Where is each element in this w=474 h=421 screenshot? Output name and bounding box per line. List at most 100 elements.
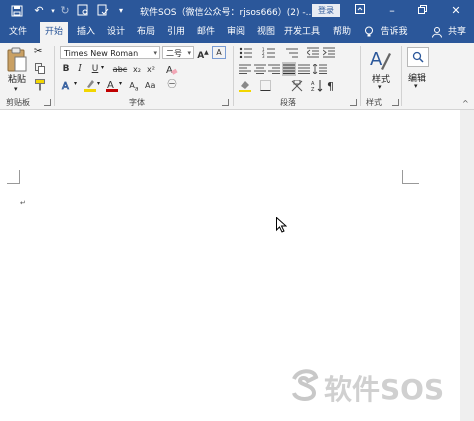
tab-review[interactable]: 审阅 bbox=[222, 22, 250, 43]
decrease-indent-icon[interactable] bbox=[306, 47, 319, 61]
borders-icon[interactable] bbox=[260, 80, 271, 94]
clipboard-group-label: 剪贴板 bbox=[6, 98, 30, 107]
tab-mailings[interactable]: 邮件 bbox=[192, 22, 220, 43]
multilevel-list-icon[interactable] bbox=[285, 47, 299, 61]
spelling-icon[interactable] bbox=[96, 4, 110, 18]
print-preview-icon[interactable] bbox=[76, 4, 90, 18]
tab-view[interactable]: 视图 bbox=[252, 22, 280, 43]
paste-icon[interactable] bbox=[6, 47, 28, 75]
minimize-icon[interactable]: – bbox=[384, 3, 400, 19]
align-left-icon[interactable] bbox=[239, 64, 251, 77]
format-painter-icon[interactable] bbox=[35, 79, 45, 94]
separator bbox=[360, 46, 361, 106]
font-group-label: 字体 bbox=[129, 98, 145, 107]
font-size-value: 二号 bbox=[166, 49, 182, 58]
font-size-shrink-icon[interactable]: Aa bbox=[129, 79, 139, 93]
tab-design[interactable]: 设计 bbox=[102, 22, 130, 43]
italic-button[interactable]: I bbox=[75, 63, 85, 76]
tab-insert[interactable]: 插入 bbox=[72, 22, 100, 43]
collapse-ribbon-icon[interactable]: ^ bbox=[462, 99, 469, 108]
text-effects-icon[interactable]: A bbox=[61, 79, 73, 94]
redo-icon[interactable]: ↻ bbox=[58, 4, 72, 18]
font-size-combo[interactable]: 二号 ▾ bbox=[162, 46, 194, 59]
strikethrough-button[interactable]: abc bbox=[112, 63, 128, 76]
customize-quick-access-icon[interactable]: ▾ bbox=[114, 4, 128, 18]
enclose-character-icon[interactable]: ㊀ bbox=[166, 79, 178, 92]
styles-group-label: 样式 bbox=[366, 98, 382, 107]
lightbulb-icon bbox=[364, 26, 376, 38]
font-launcher-icon[interactable] bbox=[222, 99, 229, 106]
styles-launcher-icon[interactable] bbox=[392, 99, 399, 106]
styles-icon[interactable]: A bbox=[369, 47, 391, 74]
grow-font-icon[interactable]: A▲ bbox=[196, 46, 210, 61]
cut-icon[interactable]: ✂ bbox=[34, 46, 42, 57]
justify-icon[interactable] bbox=[282, 62, 296, 76]
separator bbox=[233, 46, 234, 106]
crop-mark-left bbox=[7, 170, 20, 184]
clear-formatting-icon[interactable]: A bbox=[166, 63, 178, 78]
tab-layout[interactable]: 布局 bbox=[132, 22, 160, 43]
login-button[interactable]: 登录 bbox=[312, 4, 340, 17]
tab-references[interactable]: 引用 bbox=[162, 22, 190, 43]
undo-icon[interactable]: ↶ bbox=[32, 4, 46, 18]
shading-icon[interactable] bbox=[239, 80, 253, 95]
superscript-button[interactable]: x² bbox=[145, 63, 157, 76]
change-case-icon[interactable]: Aa bbox=[145, 79, 155, 92]
crop-mark-right bbox=[402, 170, 419, 184]
share-icon bbox=[432, 27, 442, 38]
close-icon[interactable]: ✕ bbox=[448, 3, 464, 19]
tab-home[interactable]: 开始 bbox=[40, 22, 68, 43]
show-formatting-icon[interactable]: ¶ bbox=[327, 80, 334, 93]
mouse-cursor-icon bbox=[276, 216, 288, 236]
bullets-icon[interactable] bbox=[239, 47, 253, 61]
sort-icon[interactable]: AZ bbox=[311, 80, 323, 95]
chevron-down-icon[interactable]: ▾ bbox=[101, 64, 104, 71]
paragraph-group-label: 段落 bbox=[280, 98, 296, 107]
tab-file[interactable]: 文件 bbox=[4, 22, 32, 43]
find-icon[interactable] bbox=[407, 47, 429, 67]
line-spacing-icon[interactable] bbox=[312, 63, 327, 77]
copy-icon[interactable] bbox=[35, 63, 45, 77]
ribbon: 粘贴 ▾ ✂ 剪贴板 Times New Roman ▾ 二号 ▾ A▲ A B… bbox=[0, 43, 474, 110]
increase-indent-icon[interactable] bbox=[322, 47, 335, 61]
chevron-down-icon[interactable]: ▾ bbox=[97, 80, 100, 87]
watermark-logo bbox=[290, 367, 320, 404]
chevron-down-icon[interactable]: ▾ bbox=[378, 83, 382, 91]
chinese-layout-icon[interactable] bbox=[291, 79, 303, 95]
svg-text:Z: Z bbox=[311, 87, 315, 92]
ribbon-display-icon[interactable] bbox=[352, 3, 368, 19]
paragraph-launcher-icon[interactable] bbox=[350, 99, 357, 106]
subscript-button[interactable]: x₂ bbox=[131, 63, 143, 76]
font-color-icon[interactable]: A bbox=[106, 79, 118, 95]
font-name-combo[interactable]: Times New Roman ▾ bbox=[60, 46, 160, 59]
restore-icon[interactable] bbox=[414, 3, 430, 19]
separator bbox=[401, 46, 402, 106]
tab-developer[interactable]: 开发工具 bbox=[282, 22, 322, 43]
highlight-icon[interactable] bbox=[84, 79, 96, 95]
align-center-icon[interactable] bbox=[254, 64, 266, 77]
chevron-down-icon: ▾ bbox=[187, 49, 191, 57]
vertical-scrollbar[interactable] bbox=[460, 110, 474, 421]
chevron-down-icon[interactable]: ▾ bbox=[414, 82, 418, 90]
tell-me-search[interactable]: 告诉我 bbox=[378, 22, 410, 43]
share-button[interactable]: 共享 bbox=[443, 22, 471, 43]
chevron-down-icon[interactable]: ▾ bbox=[119, 80, 122, 87]
svg-text:3: 3 bbox=[262, 54, 265, 58]
bold-button[interactable]: B bbox=[61, 63, 71, 76]
paste-button-label[interactable]: 粘贴 bbox=[8, 72, 26, 85]
clipboard-launcher-icon[interactable] bbox=[44, 99, 51, 106]
underline-button[interactable]: U bbox=[90, 63, 100, 76]
align-right-icon[interactable] bbox=[268, 64, 280, 77]
save-icon[interactable] bbox=[10, 4, 24, 18]
font-name-value: Times New Roman bbox=[64, 49, 139, 58]
tab-help[interactable]: 帮助 bbox=[328, 22, 356, 43]
paste-dropdown-icon[interactable]: ▾ bbox=[14, 85, 18, 93]
distributed-icon[interactable] bbox=[298, 64, 310, 77]
chevron-down-icon[interactable]: ▾ bbox=[74, 80, 77, 87]
ribbon-tabs: 文件 开始 插入 设计 布局 引用 邮件 审阅 视图 开发工具 帮助 告诉我 共… bbox=[0, 22, 474, 43]
svg-text:A: A bbox=[62, 81, 69, 91]
numbering-icon[interactable]: 123 bbox=[262, 47, 276, 61]
watermark-text: 软件SOS bbox=[324, 373, 445, 406]
character-border-icon[interactable]: A bbox=[212, 46, 226, 59]
title-bar: ↶ ▾ ↻ ▾ 软件SOS（微信公众号：rjsos666）(2) -... 登录… bbox=[0, 0, 474, 22]
